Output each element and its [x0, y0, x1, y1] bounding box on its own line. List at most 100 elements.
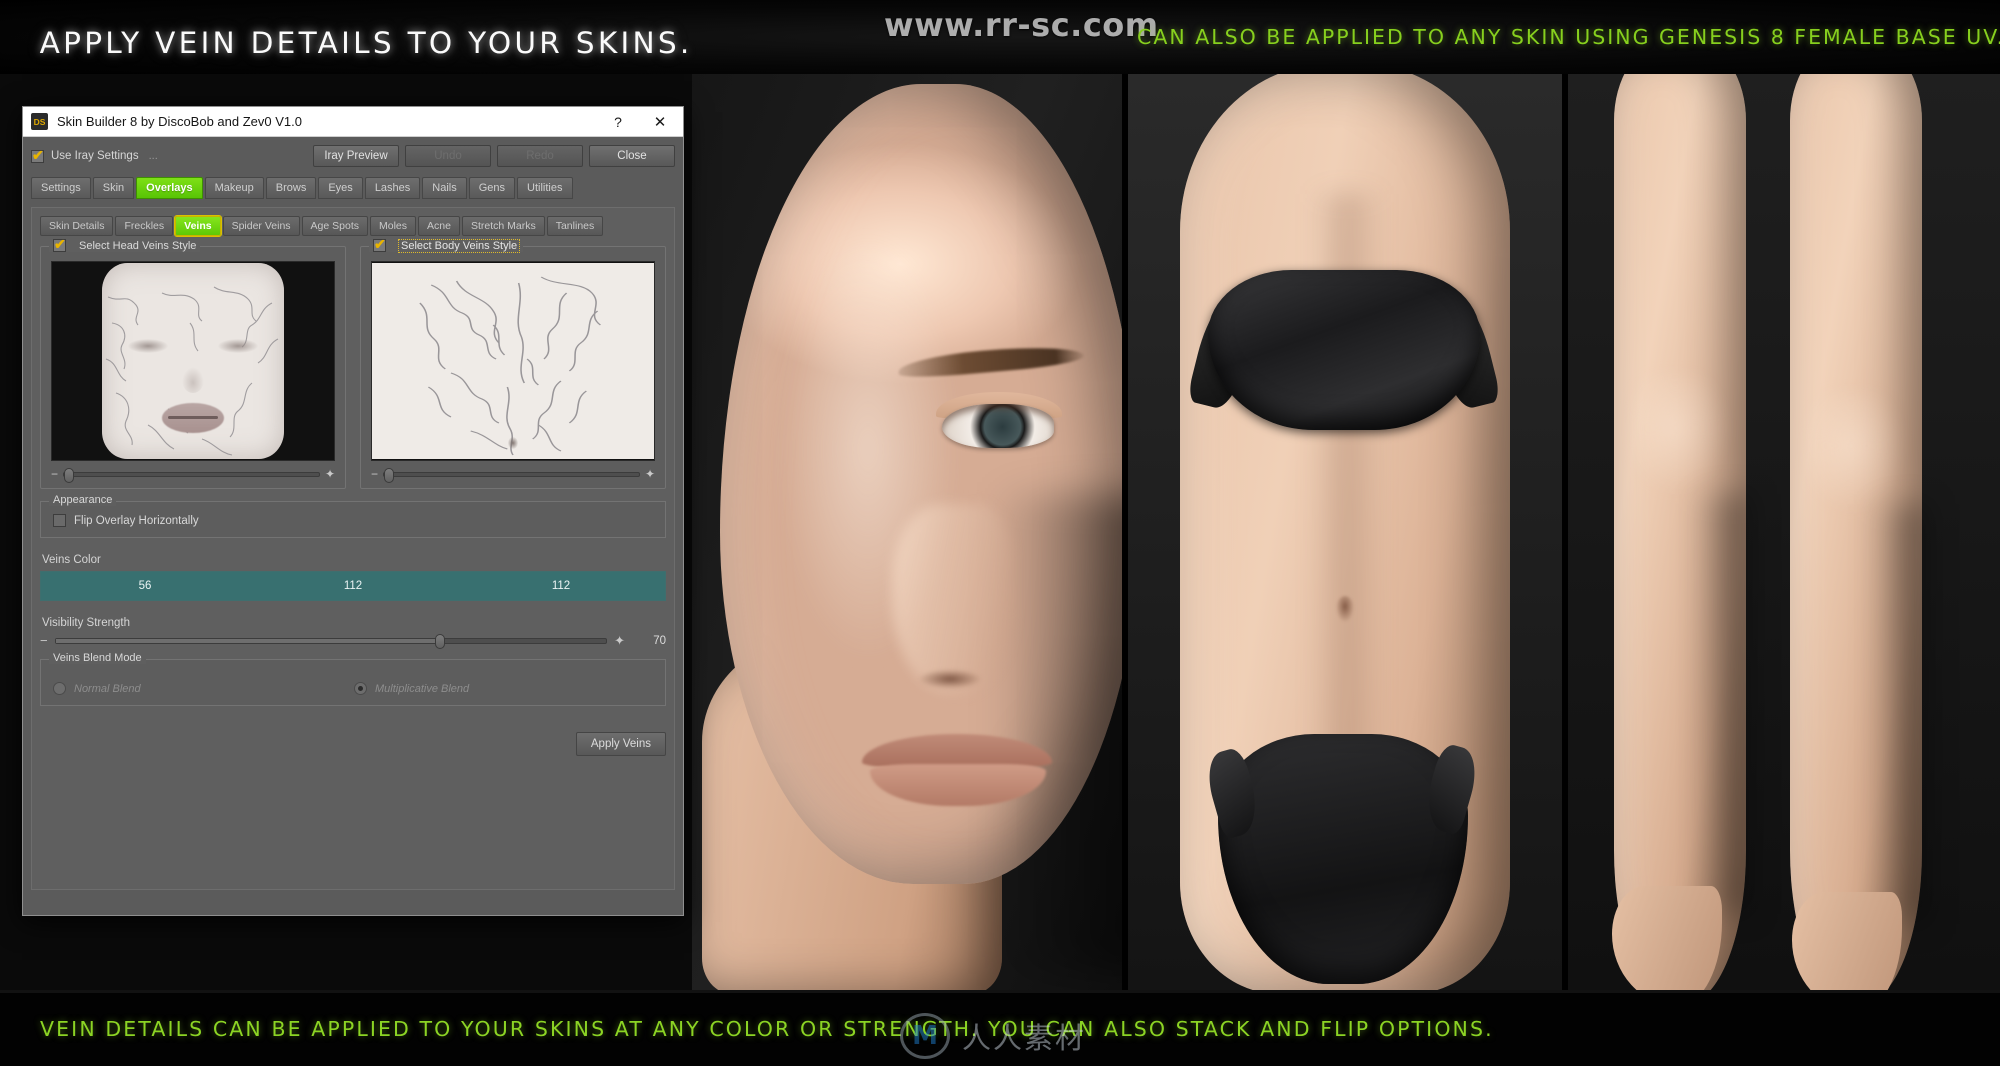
tab-skin[interactable]: Skin: [92, 177, 135, 199]
iray-preview-button[interactable]: Iray Preview: [313, 145, 399, 167]
normal-blend-label: Normal Blend: [74, 682, 141, 695]
render-divider-2: [1562, 74, 1568, 990]
visibility-strength-value[interactable]: 70: [632, 635, 666, 647]
toolbar-ellipsis: ...: [148, 150, 158, 162]
undo-button: Undo: [405, 145, 491, 167]
normal-blend-option[interactable]: Normal Blend: [53, 682, 354, 695]
head-veins-group: Select Head Veins Style: [40, 236, 346, 489]
veins-color-blue[interactable]: 112: [457, 572, 665, 600]
bottom-watermark: M 人人素材: [900, 1009, 1140, 1065]
tab-eyes[interactable]: Eyes: [318, 177, 363, 199]
subtab-freckles[interactable]: Freckles: [115, 216, 174, 236]
head-veins-label: Select Head Veins Style: [79, 239, 197, 252]
screenshot-root: APPLY VEIN DETAILS TO YOUR SKINS. www.rr…: [0, 0, 2000, 1066]
bottom-banner: VEIN DETAILS CAN BE APPLIED TO YOUR SKIN…: [0, 990, 2000, 1066]
watermark-chinese-text: 人人素材: [962, 1021, 1087, 1055]
close-button[interactable]: Close: [589, 145, 675, 167]
render-face: [692, 74, 1122, 990]
headline-left: APPLY VEIN DETAILS TO YOUR SKINS.: [39, 26, 693, 60]
body-veins-thumbnail[interactable]: [371, 261, 655, 461]
blend-mode-legend: Veins Blend Mode: [49, 652, 146, 664]
use-iray-settings-label: Use Iray Settings: [51, 150, 139, 162]
tab-nails[interactable]: Nails: [422, 177, 467, 199]
flip-overlay-row: Flip Overlay Horizontally: [53, 514, 655, 527]
dialog-body: Use Iray Settings ... Iray Preview Undo …: [23, 137, 683, 915]
watermark-logo-icon: M: [900, 1013, 950, 1059]
appearance-legend: Appearance: [49, 494, 117, 506]
subtab-veins[interactable]: Veins: [174, 215, 222, 237]
body-veins-slider[interactable]: [383, 467, 640, 483]
tab-makeup[interactable]: Makeup: [204, 177, 264, 199]
head-veins-slider-row: − ✦: [51, 467, 335, 483]
veins-color-label: Veins Color: [42, 554, 101, 566]
head-veins-thumbnail[interactable]: [51, 261, 335, 461]
top-banner: APPLY VEIN DETAILS TO YOUR SKINS. www.rr…: [0, 0, 2000, 74]
visibility-strength-row: − ✦ 70: [40, 634, 666, 649]
body-veins-group: Select Body Veins Style: [360, 236, 666, 489]
visibility-strength-slider[interactable]: [54, 634, 608, 649]
visibility-strength-label: Visibility Strength: [42, 617, 130, 629]
subtab-acne[interactable]: Acne: [418, 216, 460, 236]
close-icon[interactable]: ✕: [639, 108, 681, 136]
subtab-skin-details[interactable]: Skin Details: [40, 216, 114, 236]
flip-overlay-label: Flip Overlay Horizontally: [74, 514, 199, 527]
subtab-moles[interactable]: Moles: [370, 216, 417, 236]
tab-settings[interactable]: Settings: [31, 177, 91, 199]
veins-color-green[interactable]: 112: [249, 572, 457, 600]
body-slider-minus-icon[interactable]: −: [371, 468, 378, 480]
overlay-sub-tab-bar: Skin Details Freckles Veins Spider Veins…: [40, 215, 666, 237]
toolbar-buttons: Iray Preview Undo Redo Close: [313, 145, 675, 167]
tab-utilities[interactable]: Utilities: [517, 177, 573, 199]
blend-mode-options: Normal Blend Multiplicative Blend: [53, 682, 655, 695]
head-veins-legend: Select Head Veins Style: [49, 236, 201, 252]
dialog-title: Skin Builder 8 by DiscoBob and Zev0 V1.0: [57, 114, 302, 129]
subtab-age-spots[interactable]: Age Spots: [301, 216, 368, 236]
head-veins-checkbox[interactable]: [53, 236, 66, 252]
normal-blend-radio[interactable]: [53, 682, 66, 695]
tab-brows[interactable]: Brows: [265, 177, 317, 199]
use-iray-settings-checkbox[interactable]: [31, 147, 44, 163]
body-veins-checkbox[interactable]: [373, 236, 386, 252]
body-slider-plus-icon[interactable]: ✦: [645, 468, 655, 480]
subtab-spider-veins[interactable]: Spider Veins: [222, 216, 300, 236]
veins-color-red[interactable]: 56: [41, 572, 249, 600]
subtab-tanlines[interactable]: Tanlines: [546, 216, 604, 236]
body-veins-slider-row: − ✦: [371, 467, 655, 483]
tab-gens[interactable]: Gens: [468, 177, 516, 199]
visibility-minus-icon[interactable]: −: [40, 634, 48, 647]
tab-lashes[interactable]: Lashes: [364, 177, 421, 199]
daz-studio-icon: DS: [31, 113, 48, 130]
multiplicative-blend-radio[interactable]: [354, 682, 367, 695]
apply-veins-button[interactable]: Apply Veins: [575, 732, 666, 756]
render-torso: [1122, 74, 1562, 990]
head-veins-slider[interactable]: [63, 467, 320, 483]
help-button[interactable]: ?: [597, 108, 639, 136]
dialog-toolbar: Use Iray Settings ... Iray Preview Undo …: [31, 144, 675, 168]
tab-overlays[interactable]: Overlays: [136, 177, 203, 199]
caption-bottom: VEIN DETAILS CAN BE APPLIED TO YOUR SKIN…: [40, 1017, 1494, 1041]
main-tab-bar: Settings Skin Overlays Makeup Brows Eyes…: [31, 177, 675, 199]
multiplicative-blend-option[interactable]: Multiplicative Blend: [354, 682, 655, 695]
subtab-stretch-marks[interactable]: Stretch Marks: [461, 216, 545, 236]
style-selector-row: Select Head Veins Style: [40, 236, 666, 489]
redo-button: Redo: [497, 145, 583, 167]
render-legs: [1562, 74, 2000, 990]
skin-builder-dialog: DS Skin Builder 8 by DiscoBob and Zev0 V…: [22, 106, 684, 916]
visibility-plus-icon[interactable]: ✦: [614, 634, 625, 647]
body-veins-artwork: [419, 276, 601, 456]
head-slider-plus-icon[interactable]: ✦: [325, 468, 335, 480]
multiplicative-blend-label: Multiplicative Blend: [375, 682, 470, 695]
render-divider-1: [1122, 74, 1128, 990]
body-veins-label: Select Body Veins Style: [397, 238, 521, 253]
flip-overlay-checkbox[interactable]: [53, 514, 66, 527]
blend-mode-fieldset: Veins Blend Mode Normal Blend Multiplica…: [40, 652, 666, 706]
body-veins-legend: Select Body Veins Style: [369, 236, 524, 253]
headline-right: CAN ALSO BE APPLIED TO ANY SKIN USING GE…: [1137, 25, 2000, 49]
apply-row: Apply Veins: [40, 732, 666, 756]
veins-color-bar[interactable]: 56 112 112: [40, 571, 666, 601]
appearance-fieldset: Appearance Flip Overlay Horizontally: [40, 494, 666, 538]
dialog-titlebar[interactable]: DS Skin Builder 8 by DiscoBob and Zev0 V…: [23, 107, 683, 137]
site-watermark: www.rr-sc.com: [884, 6, 1159, 44]
overlays-panel: Skin Details Freckles Veins Spider Veins…: [31, 207, 675, 890]
head-slider-minus-icon[interactable]: −: [51, 468, 58, 480]
